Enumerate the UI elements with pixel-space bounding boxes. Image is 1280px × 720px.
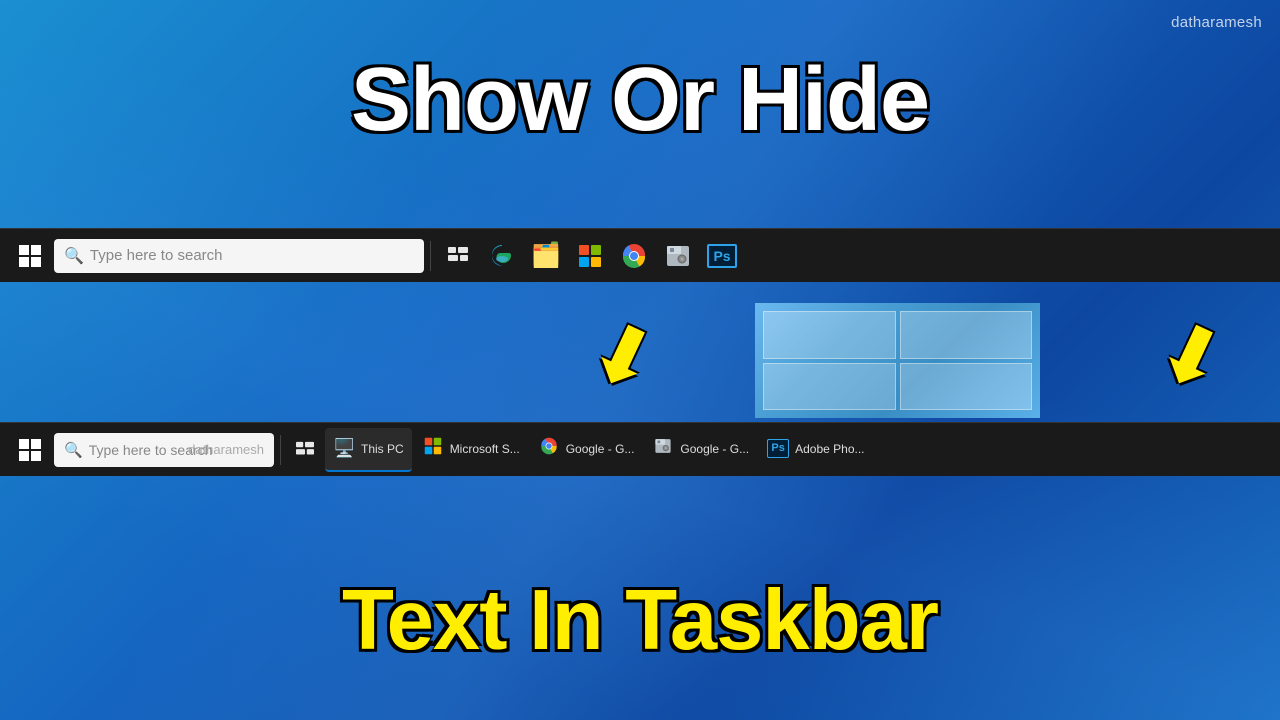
disk-svg-1 bbox=[665, 243, 691, 269]
file-explorer-icon-1[interactable]: 🗂️ bbox=[525, 235, 567, 277]
this-pc-label: This PC bbox=[361, 442, 404, 456]
bottom-title: Text In Taskbar bbox=[0, 572, 1280, 670]
main-title: Show Or Hide bbox=[0, 55, 1280, 145]
divider-2 bbox=[280, 435, 281, 465]
taskbar-2: 🔍 Type here to search datharamesh 🖥️ Thi… bbox=[0, 422, 1280, 476]
start-button-2[interactable] bbox=[8, 428, 52, 472]
chrome-svg-1 bbox=[621, 243, 647, 269]
start-button-1[interactable] bbox=[8, 234, 52, 278]
ms-store-icon-1[interactable] bbox=[569, 235, 611, 277]
chrome-icon-1[interactable] bbox=[613, 235, 655, 277]
folder-emoji-1: 🗂️ bbox=[531, 241, 561, 270]
chrome-svg-2 bbox=[540, 437, 558, 455]
untitled-item[interactable]: Google - G... bbox=[644, 428, 757, 472]
taskview-icon-2[interactable] bbox=[287, 429, 323, 471]
edge-icon-1[interactable] bbox=[481, 235, 523, 277]
untitled-label: Google - G... bbox=[680, 442, 749, 456]
user-hint: datharamesh bbox=[188, 442, 264, 457]
photoshop-item[interactable]: Ps Adobe Pho... bbox=[759, 428, 872, 472]
ms-store-item[interactable]: Microsoft S... bbox=[414, 428, 528, 472]
ps-label-2: Ps bbox=[767, 439, 789, 458]
photoshop-icon-1[interactable]: Ps bbox=[701, 235, 743, 277]
ms-store-icon-2 bbox=[422, 437, 444, 460]
ms-store-label: Microsoft S... bbox=[450, 442, 520, 456]
disk-svg-2 bbox=[654, 437, 672, 455]
chrome-icon-2 bbox=[538, 437, 560, 460]
edge-svg-1 bbox=[489, 243, 515, 269]
search-icon-1: 🔍 bbox=[64, 246, 84, 266]
photoshop-label: Adobe Pho... bbox=[795, 442, 864, 456]
chrome-item[interactable]: Google - G... bbox=[530, 428, 643, 472]
search-text-1: Type here to search bbox=[90, 247, 223, 264]
disk-icon-1[interactable] bbox=[657, 235, 699, 277]
search-icon-2: 🔍 bbox=[64, 441, 83, 459]
taskview-icon-1[interactable] bbox=[437, 235, 479, 277]
chrome-label: Google - G... bbox=[566, 442, 635, 456]
divider-1 bbox=[430, 241, 431, 271]
search-box-1[interactable]: 🔍 Type here to search bbox=[54, 239, 424, 273]
taskview-svg-2 bbox=[295, 441, 315, 459]
this-pc-item[interactable]: 🖥️ This PC bbox=[325, 428, 412, 472]
taskbar-1: 🔍 Type here to search bbox=[0, 228, 1280, 282]
search-box-2[interactable]: 🔍 Type here to search datharamesh bbox=[54, 433, 274, 467]
ms-store-svg-2 bbox=[424, 437, 442, 455]
photoshop-icon-2: Ps bbox=[767, 439, 789, 458]
taskview-svg-1 bbox=[447, 246, 469, 266]
this-pc-icon: 🖥️ bbox=[333, 438, 355, 459]
watermark: datharamesh bbox=[1171, 14, 1262, 31]
windows-logo-2 bbox=[19, 439, 41, 461]
ms-store-svg-1 bbox=[578, 244, 602, 268]
untitled-icon bbox=[652, 437, 674, 460]
ps-label-1: Ps bbox=[707, 244, 736, 268]
windows-logo-1 bbox=[19, 245, 41, 267]
